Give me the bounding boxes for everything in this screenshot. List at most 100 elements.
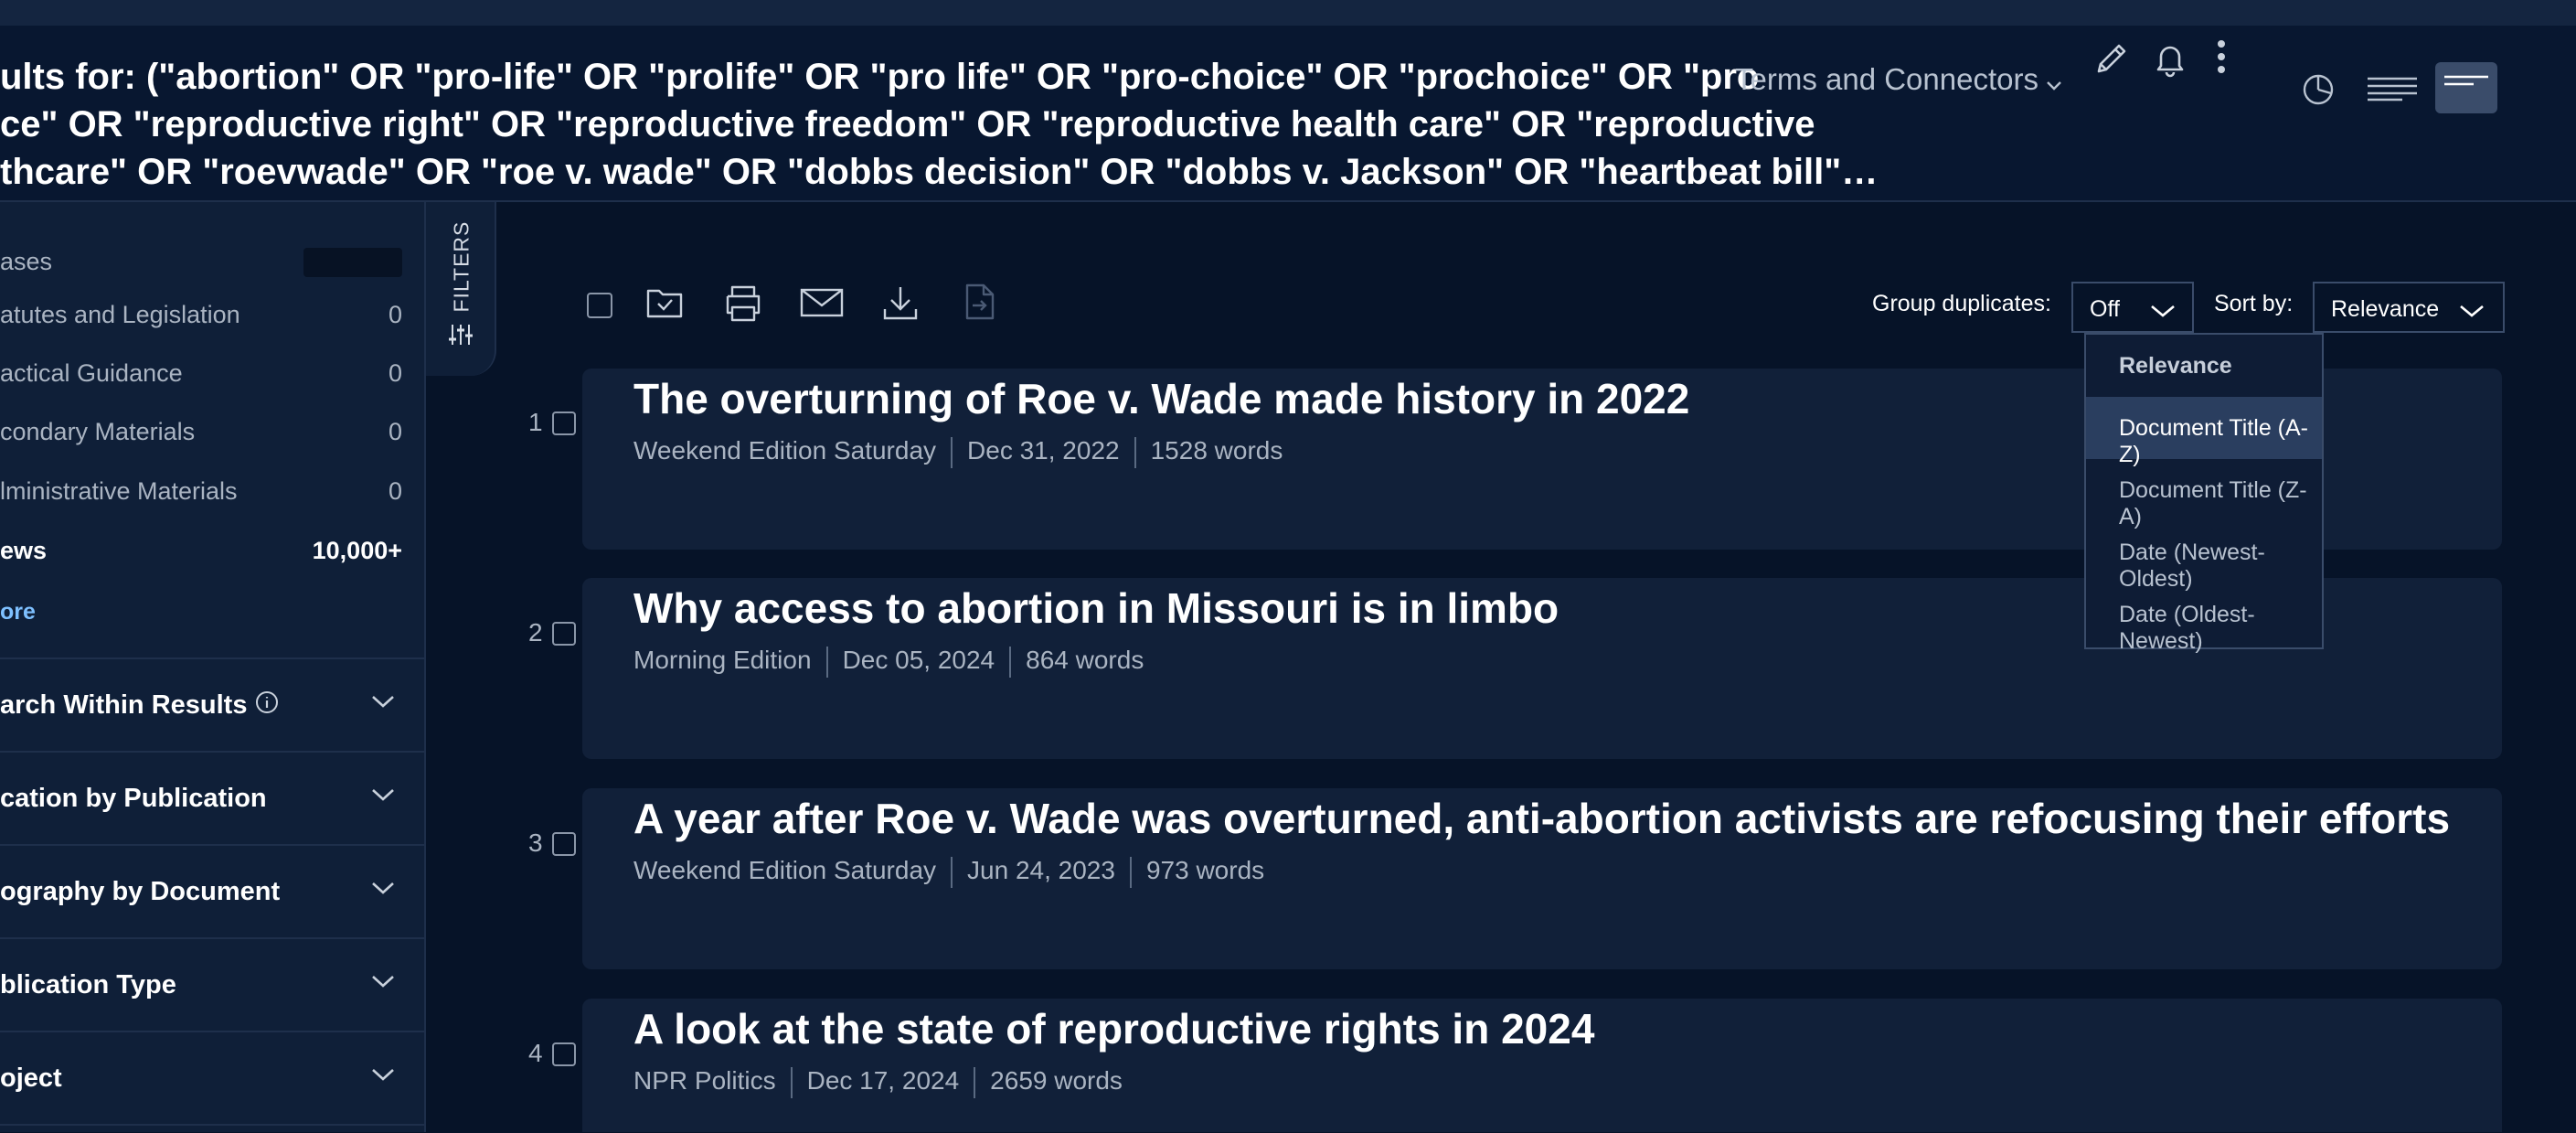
result-number: 1 xyxy=(528,408,543,436)
summary-view-icon[interactable] xyxy=(2435,62,2497,113)
result-words: 973 words xyxy=(1145,856,1265,884)
result-date: Dec 05, 2024 xyxy=(842,646,995,674)
meta-separator xyxy=(790,1066,793,1098)
group-duplicates-label: Group duplicates: xyxy=(1872,291,2051,316)
content-type-count: 0 xyxy=(388,301,402,328)
meta-separator xyxy=(825,646,828,678)
filter-section-search-within[interactable]: arch Within Results xyxy=(0,657,424,751)
sort-option-relevance[interactable]: Relevance xyxy=(2086,335,2322,397)
query-line: ce" OR "reproductive right" OR "reproduc… xyxy=(0,104,1815,144)
chevron-down-icon xyxy=(371,1067,395,1086)
query-line: ults for: ("abortion" OR "pro-life" OR "… xyxy=(0,57,1760,97)
query-line: thcare" OR "roevwade" OR "roe v. wade" O… xyxy=(0,152,1879,192)
meta-separator xyxy=(951,856,953,888)
filter-section-label: cation by Publication xyxy=(0,784,267,813)
sort-by-label: Sort by: xyxy=(2214,291,2294,316)
top-strip xyxy=(0,0,2576,26)
filters-toggle-tab[interactable]: FILTERS xyxy=(426,202,496,376)
filters-tab-label-wrap: FILTERS xyxy=(426,213,495,314)
result-meta: Weekend Edition Saturday Jun 24, 2023 973 … xyxy=(633,856,1264,888)
chevron-down-icon xyxy=(371,881,395,900)
content-type-label: ews xyxy=(0,537,48,564)
result-number: 2 xyxy=(528,618,543,647)
result-title[interactable]: A look at the state of reproductive righ… xyxy=(633,1004,1594,1053)
result-words: 1528 words xyxy=(1150,436,1283,465)
content-type-label: ases xyxy=(0,248,53,275)
list-view-icon[interactable] xyxy=(2366,75,2419,107)
result-number: 4 xyxy=(528,1039,543,1067)
print-icon[interactable] xyxy=(722,283,764,326)
filter-section-subject[interactable]: oject xyxy=(0,1031,424,1124)
filter-section-geography[interactable]: ography by Document xyxy=(0,844,424,937)
group-duplicates-value: Off xyxy=(2090,296,2120,322)
result-date: Dec 31, 2022 xyxy=(967,436,1120,465)
result-checkbox[interactable] xyxy=(552,622,576,646)
result-title[interactable]: The overturning of Roe v. Wade made hist… xyxy=(633,374,1689,423)
sort-by-select[interactable]: Relevance xyxy=(2313,282,2505,333)
filter-section-label: oject xyxy=(0,1064,62,1093)
result-source: Morning Edition xyxy=(633,646,812,674)
search-mode-label: Terms and Connectors xyxy=(1735,62,2038,96)
result-card[interactable]: A year after Roe v. Wade was overturned,… xyxy=(582,788,2502,969)
chevron-down-icon xyxy=(371,974,395,993)
bell-icon[interactable] xyxy=(2154,40,2187,83)
result-source: Weekend Edition Saturday xyxy=(633,856,937,884)
content-type-label: condary Materials xyxy=(0,418,196,445)
result-number: 3 xyxy=(528,828,543,857)
result-meta: Weekend Edition Saturday Dec 31, 2022 1528… xyxy=(633,436,1283,468)
search-query-title: ults for: ("abortion" OR "pro-life" OR "… xyxy=(0,53,1879,196)
content-type-label: atutes and Legislation xyxy=(0,301,240,328)
meta-separator xyxy=(951,436,953,468)
content-type-count: 10,000+ xyxy=(312,537,402,564)
folder-icon[interactable] xyxy=(645,283,684,325)
content-type-label: actical Guidance xyxy=(0,359,183,387)
result-card[interactable]: A look at the state of reproductive righ… xyxy=(582,999,2502,1132)
sliders-icon xyxy=(448,321,474,353)
pencil-icon[interactable] xyxy=(2093,38,2130,83)
sort-option-date-newest[interactable]: Date (Newest-Oldest) xyxy=(2086,521,2322,592)
result-source: NPR Politics xyxy=(633,1066,776,1095)
group-duplicates-select[interactable]: Off xyxy=(2071,282,2194,333)
result-meta: Morning Edition Dec 05, 2024 864 words xyxy=(633,646,1144,678)
result-title[interactable]: A year after Roe v. Wade was overturned,… xyxy=(633,794,2450,843)
sort-option-label: Date (Oldest-Newest) xyxy=(2119,602,2255,654)
result-date: Jun 24, 2023 xyxy=(967,856,1115,884)
result-checkbox[interactable] xyxy=(552,832,576,856)
chevron-down-icon xyxy=(2046,64,2062,99)
more-vertical-icon[interactable] xyxy=(2212,37,2230,81)
search-mode-dropdown[interactable]: Terms and Connectors xyxy=(1735,62,2062,99)
result-source: Weekend Edition Saturday xyxy=(633,436,937,465)
filters-sidebar: ases atutes and Legislation 0 actical Gu… xyxy=(0,202,426,1132)
filter-section-label: arch Within Results xyxy=(0,690,279,721)
sort-option-title-az[interactable]: Document Title (A-Z) xyxy=(2086,397,2322,467)
meta-separator xyxy=(974,1066,976,1098)
result-checkbox[interactable] xyxy=(552,1042,576,1066)
filter-section-label: ography by Document xyxy=(0,877,281,906)
content-type-count: 0 xyxy=(388,477,402,505)
sort-options-menu: Relevance Document Title (A-Z) Document … xyxy=(2084,333,2324,654)
filter-section-publication[interactable]: cation by Publication xyxy=(0,751,424,844)
result-title[interactable]: Why access to abortion in Missouri is in… xyxy=(633,583,1559,633)
meta-separator xyxy=(1134,436,1136,468)
result-checkbox[interactable] xyxy=(552,412,576,435)
sort-option-date-oldest[interactable]: Date (Oldest-Newest) xyxy=(2086,583,2322,654)
content-type-label: lministrative Materials xyxy=(0,477,238,505)
email-icon[interactable] xyxy=(799,287,845,323)
more-link[interactable]: ore xyxy=(0,599,36,625)
result-meta: NPR Politics Dec 17, 2024 2659 words xyxy=(633,1066,1123,1098)
results-header: ults for: ("abortion" OR "pro-life" OR "… xyxy=(0,26,2576,202)
select-all-checkbox[interactable] xyxy=(587,293,612,318)
hidden-count xyxy=(303,248,402,277)
content-type-count: 0 xyxy=(388,359,402,387)
export-icon xyxy=(963,282,996,326)
pie-chart-icon[interactable] xyxy=(2300,71,2336,112)
download-icon[interactable] xyxy=(881,283,920,326)
sort-option-title-za[interactable]: Document Title (Z-A) xyxy=(2086,459,2322,529)
chevron-down-icon xyxy=(371,787,395,807)
filter-section-label: blication Type xyxy=(0,970,176,999)
result-words: 864 words xyxy=(1026,646,1144,674)
filters-tab-label: FILTERS xyxy=(449,220,474,313)
filter-section-publication-type[interactable]: blication Type xyxy=(0,937,424,1031)
info-icon[interactable] xyxy=(255,690,279,721)
result-words: 2659 words xyxy=(990,1066,1123,1095)
